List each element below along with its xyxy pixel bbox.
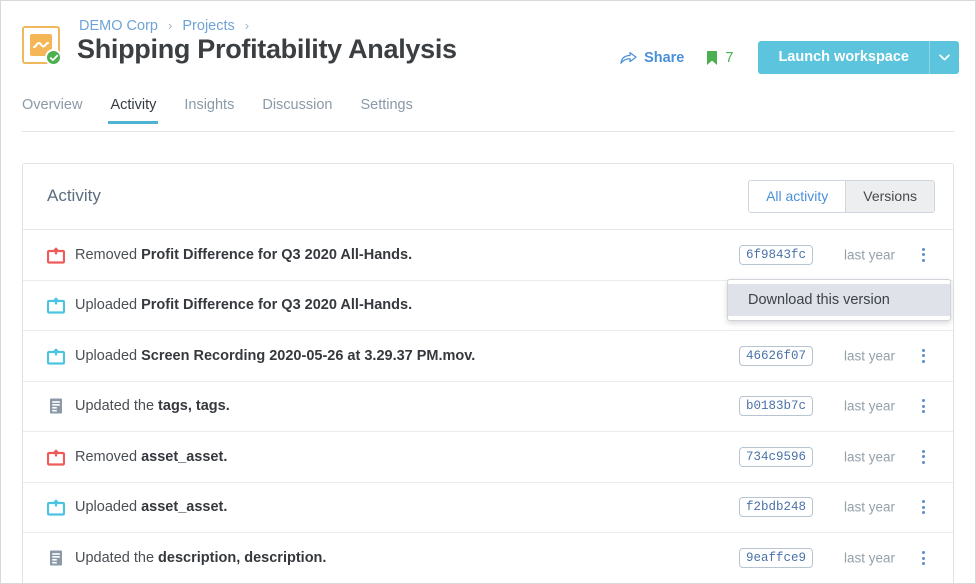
table-row[interactable]: Uploaded Screen Recording 2020-05-26 at … <box>23 331 953 382</box>
activity-card-title: Activity <box>47 186 101 205</box>
app-window: DEMO Corp › Projects › Shipping Profitab… <box>0 0 976 584</box>
bookmark-icon <box>707 50 718 65</box>
activity-card: Activity All activity Versions Removed P… <box>22 163 954 583</box>
activity-action: Removed <box>75 448 142 465</box>
activity-timestamp: last year <box>843 398 895 414</box>
row-menu-icon[interactable] <box>915 498 931 516</box>
activity-text: Removed asset_asset. <box>75 449 227 465</box>
breadcrumb-item-org[interactable]: DEMO Corp <box>79 18 158 34</box>
launch-workspace-group: Launch workspace <box>758 41 959 74</box>
activity-text: Updated the description, description. <box>75 550 326 566</box>
share-arrow-icon <box>620 51 637 64</box>
row-menu-icon[interactable] <box>915 246 931 264</box>
uploaded-upload-icon <box>46 347 66 365</box>
activity-action: Uploaded <box>75 347 142 364</box>
activity-action: Updated the <box>75 398 159 415</box>
main-tabs: Overview Activity Insights Discussion Se… <box>22 97 427 124</box>
tab-insights[interactable]: Insights <box>170 97 248 124</box>
chevron-down-icon <box>939 54 950 61</box>
activity-timestamp: last year <box>843 550 895 566</box>
document-icon <box>47 397 65 415</box>
activity-card-header: Activity All activity Versions <box>23 164 953 230</box>
page-header: DEMO Corp › Projects › Shipping Profitab… <box>1 1 975 93</box>
uploaded-upload-icon <box>46 296 66 314</box>
table-row[interactable]: Updated the description, description. 9e… <box>23 533 953 583</box>
filter-versions[interactable]: Versions <box>845 181 934 212</box>
breadcrumb-separator: › <box>168 18 173 33</box>
document-icon <box>47 549 65 567</box>
activity-timestamp: last year <box>843 247 895 263</box>
tab-settings[interactable]: Settings <box>346 97 426 124</box>
tab-overview[interactable]: Overview <box>22 97 96 124</box>
table-row[interactable]: Updated the tags, tags. b0183b7c last ye… <box>23 382 953 432</box>
removed-upload-icon <box>46 246 66 264</box>
activity-subject: Profit Difference for Q3 2020 All-Hands. <box>141 297 413 314</box>
share-button[interactable]: Share <box>620 50 684 66</box>
version-hash-badge[interactable]: 734c9596 <box>738 446 813 467</box>
activity-subject: Profit Difference for Q3 2020 All-Hands. <box>141 246 413 263</box>
activity-subject: asset_asset. <box>141 499 228 516</box>
bookmark-count: 7 <box>725 49 734 66</box>
activity-action: Uploaded <box>75 297 142 314</box>
row-menu-icon[interactable] <box>915 549 931 567</box>
version-hash-badge[interactable]: f2bdb248 <box>738 497 813 518</box>
uploaded-upload-icon <box>46 498 66 516</box>
activity-subject: Screen Recording 2020-05-26 at 3.29.37 P… <box>141 347 476 364</box>
breadcrumb-item-projects[interactable]: Projects <box>182 18 234 34</box>
wave-line-icon <box>33 41 49 49</box>
activity-timestamp: last year <box>843 449 895 465</box>
table-row[interactable]: Uploaded asset_asset. f2bdb248 last year <box>23 483 953 533</box>
removed-upload-icon <box>46 448 66 466</box>
bookmark-button[interactable]: 7 <box>706 50 733 66</box>
tab-discussion[interactable]: Discussion <box>248 97 346 124</box>
project-avatar <box>22 26 64 68</box>
activity-text: Updated the tags, tags. <box>75 398 230 414</box>
version-hash-badge[interactable]: 46626f07 <box>738 345 813 366</box>
activity-text: Uploaded Screen Recording 2020-05-26 at … <box>75 348 475 364</box>
activity-filter-toggle: All activity Versions <box>748 180 935 213</box>
tab-activity[interactable]: Activity <box>96 97 170 124</box>
filter-all-activity[interactable]: All activity <box>749 181 846 212</box>
activity-timestamp: last year <box>843 348 895 364</box>
activity-text: Uploaded Profit Difference for Q3 2020 A… <box>75 297 412 313</box>
header-actions: Share 7 Launch workspace <box>620 41 959 74</box>
version-hash-badge[interactable]: 9eaffce9 <box>738 548 813 569</box>
page-title: Shipping Profitability Analysis <box>77 34 457 64</box>
tabs-divider <box>22 131 954 132</box>
launch-workspace-dropdown-toggle[interactable] <box>929 41 959 74</box>
share-label: Share <box>644 49 685 66</box>
row-menu-icon[interactable] <box>915 347 931 365</box>
row-menu-icon[interactable] <box>915 448 931 466</box>
version-hash-badge[interactable]: 6f9843fc <box>738 244 813 265</box>
activity-timestamp: last year <box>843 499 895 515</box>
version-hash-badge[interactable]: b0183b7c <box>738 396 813 417</box>
menu-item-download-this-version[interactable]: Download this version <box>728 284 950 316</box>
table-row[interactable]: Removed Profit Difference for Q3 2020 Al… <box>23 230 953 281</box>
activity-subject: tags, tags. <box>158 398 230 415</box>
table-row[interactable]: Removed asset_asset. 734c9596 last year <box>23 432 953 483</box>
activity-subject: description, description. <box>158 550 327 567</box>
version-context-menu: Download this version <box>727 279 951 321</box>
row-menu-icon[interactable] <box>915 397 931 415</box>
activity-text: Removed Profit Difference for Q3 2020 Al… <box>75 247 412 263</box>
activity-subject: asset_asset. <box>141 448 228 465</box>
launch-workspace-button[interactable]: Launch workspace <box>758 41 929 74</box>
breadcrumb-separator: › <box>244 18 250 33</box>
activity-action: Uploaded <box>75 499 142 516</box>
activity-action: Updated the <box>75 550 159 567</box>
check-circle-icon <box>45 49 62 66</box>
breadcrumb: DEMO Corp › Projects › <box>79 18 255 34</box>
activity-text: Uploaded asset_asset. <box>75 499 227 515</box>
activity-action: Removed <box>75 246 142 263</box>
